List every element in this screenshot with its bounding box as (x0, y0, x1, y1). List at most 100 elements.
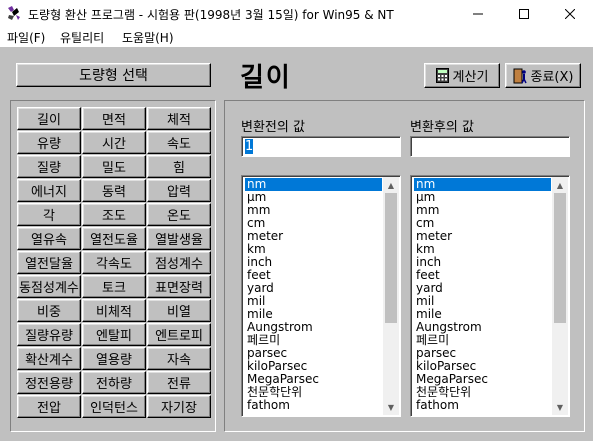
unit-list-item[interactable]: Aungstrom (245, 321, 382, 334)
unit-list-item[interactable]: inch (414, 256, 551, 269)
before-value-input[interactable]: 1 (241, 136, 401, 157)
unit-list-item[interactable]: km (414, 243, 551, 256)
category-button[interactable]: 각속도 (82, 251, 146, 274)
unit-list-item[interactable]: 페르미 (245, 334, 382, 347)
category-button[interactable]: 압력 (147, 179, 211, 202)
unit-list-item[interactable]: fathom (414, 399, 551, 412)
scroll-thumb[interactable] (554, 193, 566, 323)
category-button[interactable]: 면적 (82, 107, 146, 130)
category-button[interactable]: 비체적 (82, 299, 146, 322)
category-button[interactable]: 자속 (147, 347, 211, 370)
exit-button[interactable]: 종료(X) (505, 63, 581, 88)
menu-file[interactable]: 파일(F) (7, 29, 45, 46)
app-icon (8, 6, 20, 20)
after-value-input[interactable] (410, 136, 570, 157)
unit-list-item[interactable]: kiloParsec (414, 360, 551, 373)
category-button[interactable]: 확산계수 (17, 347, 81, 370)
scroll-down-icon[interactable]: ▼ (552, 399, 568, 415)
scroll-up-icon[interactable]: ▲ (383, 177, 399, 193)
unit-list-item[interactable]: mile (414, 308, 551, 321)
unit-list-item[interactable]: mil (414, 295, 551, 308)
unit-list-item[interactable]: km (245, 243, 382, 256)
category-button[interactable]: 체적 (147, 107, 211, 130)
category-button[interactable]: 조도 (82, 203, 146, 226)
category-button[interactable]: 열용량 (82, 347, 146, 370)
unit-list-item[interactable]: meter (414, 230, 551, 243)
category-button[interactable]: 밀도 (82, 155, 146, 178)
unit-list-item[interactable]: cm (245, 217, 382, 230)
category-button[interactable]: 비열 (147, 299, 211, 322)
maximize-button[interactable] (501, 0, 547, 27)
category-button[interactable]: 속도 (147, 131, 211, 154)
category-button[interactable]: 인덕턴스 (82, 395, 146, 418)
category-button[interactable]: 힘 (147, 155, 211, 178)
category-button[interactable]: 전류 (147, 371, 211, 394)
door-exit-icon (513, 68, 527, 83)
category-button[interactable]: 점성계수 (147, 251, 211, 274)
category-button[interactable]: 비중 (17, 299, 81, 322)
unit-list-item[interactable]: 천문학단위 (414, 386, 551, 399)
category-button[interactable]: 열유속 (17, 227, 81, 250)
unit-list-item[interactable]: MegaParsec (414, 373, 551, 386)
scroll-up-icon[interactable]: ▲ (552, 177, 568, 193)
unit-list-item[interactable]: yard (245, 282, 382, 295)
unit-list-item[interactable]: fathom (245, 399, 382, 412)
unit-list-item[interactable]: parsec (414, 347, 551, 360)
target-unit-list[interactable]: nm μm mm cm meter km inch feet yard mil mile Aungst… (410, 175, 570, 417)
category-button[interactable]: 정전용량 (17, 371, 81, 394)
unit-list-item[interactable]: mile (245, 308, 382, 321)
category-button[interactable]: 질량 (17, 155, 81, 178)
category-panel: 길이 면적 체적유량 시간 속도질량 밀도 힘에너지 동력 압력각 조도 온도열유속 열전도율 열발생율… (10, 100, 216, 432)
unit-list-item[interactable]: mil (245, 295, 382, 308)
category-button[interactable]: 시간 (82, 131, 146, 154)
source-unit-list[interactable]: nm μm mm cm meter km inch feet yard mil mile Aungst… (241, 175, 401, 417)
close-button[interactable] (547, 0, 593, 27)
category-button[interactable]: 동점성계수 (17, 275, 81, 298)
category-button[interactable]: 토크 (82, 275, 146, 298)
unit-list-item[interactable]: μm (245, 191, 382, 204)
menu-help[interactable]: 도움말(H) (122, 29, 174, 46)
minimize-button[interactable] (455, 0, 501, 27)
category-button[interactable]: 유량 (17, 131, 81, 154)
unit-list-item[interactable]: μm (414, 191, 551, 204)
unit-list-item[interactable]: nm (245, 178, 382, 191)
unit-list-item[interactable]: nm (414, 178, 551, 191)
category-button[interactable]: 동력 (82, 179, 146, 202)
category-button[interactable]: 엔트로피 (147, 323, 211, 346)
unit-list-item[interactable]: Aungstrom (414, 321, 551, 334)
category-button[interactable]: 열전도율 (82, 227, 146, 250)
scroll-down-icon[interactable]: ▼ (383, 399, 399, 415)
category-button[interactable]: 각 (17, 203, 81, 226)
category-button[interactable]: 전하량 (82, 371, 146, 394)
category-button[interactable]: 열전달율 (17, 251, 81, 274)
scroll-thumb[interactable] (385, 193, 397, 323)
unit-list-item[interactable]: 천문학단위 (245, 386, 382, 399)
unit-list-item[interactable]: kiloParsec (245, 360, 382, 373)
source-list-scrollbar[interactable]: ▲ ▼ (383, 177, 399, 415)
menu-utility[interactable]: 유틸리티 (60, 29, 104, 46)
category-button[interactable]: 에너지 (17, 179, 81, 202)
category-button[interactable]: 온도 (147, 203, 211, 226)
category-button[interactable]: 열발생율 (147, 227, 211, 250)
calculator-button[interactable]: 계산기 (424, 63, 500, 88)
category-button[interactable]: 전압 (17, 395, 81, 418)
category-button[interactable]: 표면장력 (147, 275, 211, 298)
unit-list-item[interactable]: mm (245, 204, 382, 217)
unit-list-item[interactable]: yard (414, 282, 551, 295)
unit-list-item[interactable]: cm (414, 217, 551, 230)
category-button[interactable]: 길이 (17, 107, 81, 130)
category-button[interactable]: 엔탈피 (82, 323, 146, 346)
category-button[interactable]: 자기장 (147, 395, 211, 418)
close-icon (565, 8, 575, 19)
unit-list-item[interactable]: MegaParsec (245, 373, 382, 386)
unit-list-item[interactable]: feet (245, 269, 382, 282)
unit-list-item[interactable]: feet (414, 269, 551, 282)
unit-list-item[interactable]: inch (245, 256, 382, 269)
unit-list-item[interactable]: parsec (245, 347, 382, 360)
unit-list-item[interactable]: mm (414, 204, 551, 217)
unit-select-button[interactable]: 도량형 선택 (16, 63, 211, 87)
unit-list-item[interactable]: 페르미 (414, 334, 551, 347)
unit-list-item[interactable]: meter (245, 230, 382, 243)
target-list-scrollbar[interactable]: ▲ ▼ (552, 177, 568, 415)
category-button[interactable]: 질량유량 (17, 323, 81, 346)
